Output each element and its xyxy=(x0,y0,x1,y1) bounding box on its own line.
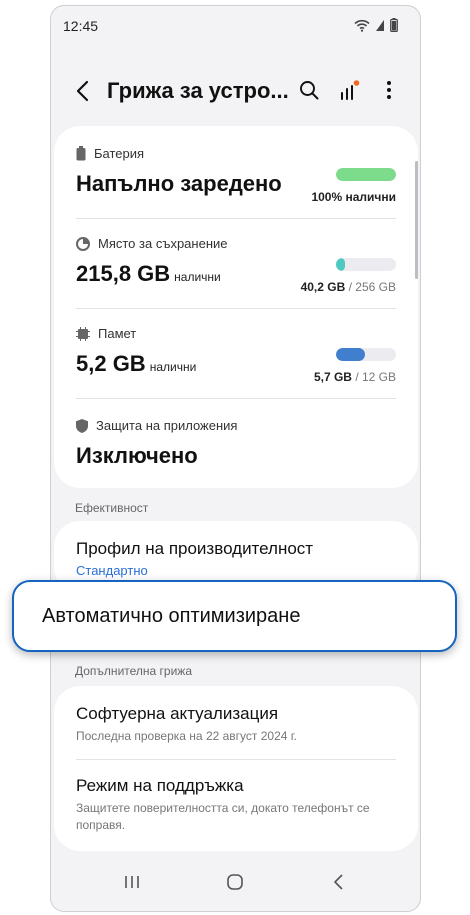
more-icon xyxy=(387,81,391,99)
divider xyxy=(76,308,396,309)
battery-label: Батерия xyxy=(94,146,145,161)
memory-usage-bar xyxy=(336,348,396,361)
app-bar: Грижа за устро... xyxy=(51,68,420,114)
software-update-subtitle: Последна проверка на 22 август 2024 г. xyxy=(76,729,298,743)
memory-icon xyxy=(76,326,90,341)
status-time: 12:45 xyxy=(63,18,99,34)
divider xyxy=(76,218,396,219)
back-nav-icon xyxy=(334,874,343,890)
device-status-card: Батерия Напълно заредено 100% налични Мя… xyxy=(54,126,418,488)
additional-care-card: Софтуерна актуализация Последна проверка… xyxy=(54,686,418,851)
memory-label: Памет xyxy=(98,326,137,341)
performance-profile-title: Профил на производителност xyxy=(76,539,314,558)
memory-value-suffix: налични xyxy=(149,360,197,374)
status-bar: 12:45 xyxy=(51,6,420,46)
back-button[interactable] xyxy=(71,78,97,104)
storage-label: Място за съхранение xyxy=(98,236,228,251)
storage-icon xyxy=(76,236,90,251)
home-icon xyxy=(227,874,243,890)
battery-icon xyxy=(76,146,86,161)
divider xyxy=(76,398,396,399)
recent-apps-button[interactable] xyxy=(121,871,143,893)
navigation-bar xyxy=(51,855,420,911)
memory-usage-text: 5,7 GB / 12 GB xyxy=(313,370,396,384)
signal-icon xyxy=(375,19,385,35)
more-options-button[interactable] xyxy=(378,78,400,102)
battery-level-fill xyxy=(336,168,396,181)
performance-profile-value: Стандартно xyxy=(76,563,148,578)
search-button[interactable] xyxy=(298,78,320,102)
page-title: Грижа за устро... xyxy=(107,78,289,103)
memory-usage-fill xyxy=(336,348,365,361)
app-protection-value: Изключено xyxy=(76,443,198,468)
shield-icon xyxy=(76,418,88,433)
battery-status-icon xyxy=(390,18,398,35)
app-protection-label: Защита на приложения xyxy=(96,418,238,433)
battery-level-bar xyxy=(336,168,396,181)
storage-usage-text: 40,2 GB / 256 GB xyxy=(300,280,396,294)
back-nav-button[interactable] xyxy=(328,871,350,893)
section-label-efficiency: Ефективност xyxy=(75,501,149,515)
storage-usage-fill xyxy=(336,258,346,271)
back-arrow-icon xyxy=(76,80,89,102)
battery-percent: 100% налични xyxy=(311,190,396,204)
phone-screen: 12:45 Грижа за устро... Батерия Напълно … xyxy=(50,5,421,912)
app-bar-actions xyxy=(298,78,400,102)
home-button[interactable] xyxy=(224,871,246,893)
software-update-title[interactable]: Софтуерна актуализация xyxy=(76,704,278,724)
wifi-icon xyxy=(354,19,370,35)
recent-apps-icon xyxy=(125,876,139,888)
maintenance-mode-title[interactable]: Режим на поддръжка xyxy=(76,776,244,796)
storage-value: 215,8 GB xyxy=(76,261,171,286)
auto-optimize-label: Автоматично оптимизиране xyxy=(42,605,301,627)
storage-usage-bar xyxy=(336,258,396,271)
auto-optimize-item[interactable]: Автоматично оптимизиране xyxy=(12,580,457,652)
status-icons xyxy=(354,18,398,35)
memory-value: 5,2 GB xyxy=(76,351,146,376)
diagnostics-button[interactable] xyxy=(338,78,360,102)
diagnostics-icon xyxy=(341,80,360,100)
storage-value-suffix: налични xyxy=(174,270,221,284)
scrollbar[interactable] xyxy=(415,161,418,279)
section-label-additional-care: Допълнителна грижа xyxy=(75,664,192,678)
search-icon xyxy=(300,81,319,100)
maintenance-mode-subtitle: Защитете поверителността си, докато теле… xyxy=(76,801,370,832)
divider xyxy=(76,759,396,760)
app-protection-row[interactable]: Защита на приложения Изключено xyxy=(76,418,396,469)
